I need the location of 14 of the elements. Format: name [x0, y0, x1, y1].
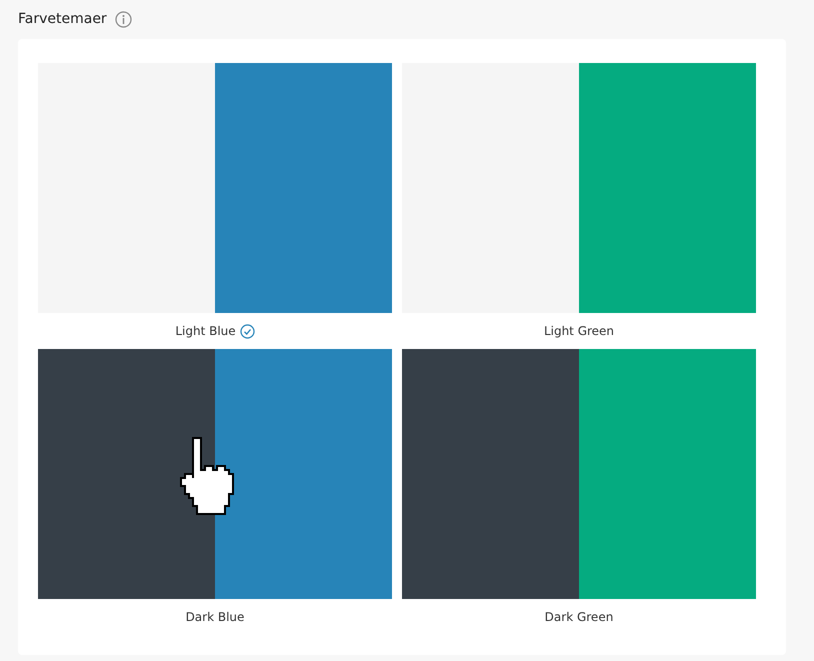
swatch-color-block[interactable] [579, 63, 756, 313]
info-icon[interactable] [114, 10, 132, 28]
swatch-color-block[interactable] [38, 349, 215, 599]
swatch-color-block[interactable] [402, 349, 579, 599]
swatch-color-block[interactable] [215, 349, 392, 599]
theme-name: Dark Green [544, 610, 614, 624]
theme-name: Light Blue [175, 324, 236, 338]
swatch-color-block[interactable] [579, 349, 756, 599]
swatch-color-block[interactable] [215, 63, 392, 313]
swatch-color-block[interactable] [402, 63, 579, 313]
section-title: Farvetemaer [18, 11, 107, 27]
theme-name: Dark Blue [186, 610, 244, 624]
theme-name: Light Green [544, 324, 614, 338]
swatch-color-block[interactable] [38, 63, 215, 313]
